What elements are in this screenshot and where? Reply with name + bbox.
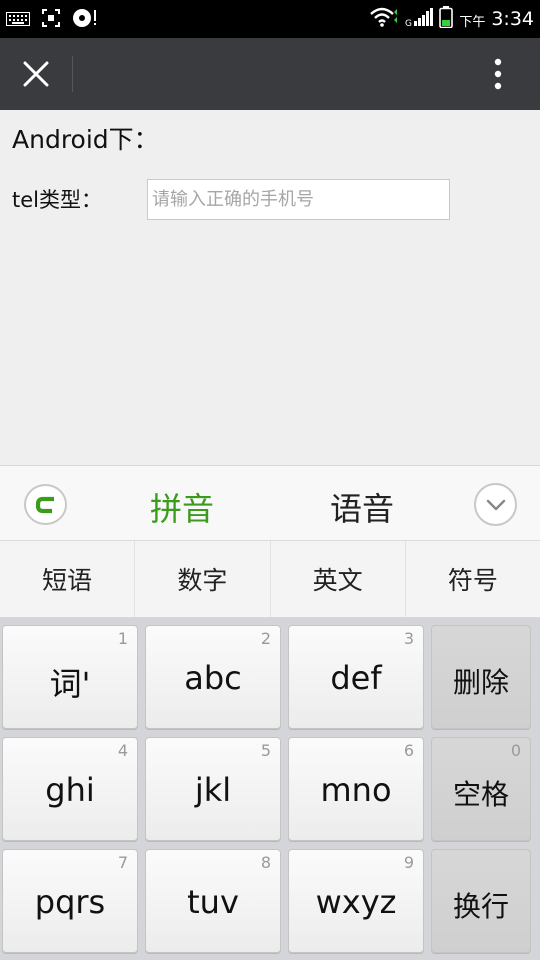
- key-digit: 0: [510, 741, 521, 760]
- more-vertical-icon: [494, 58, 502, 90]
- page-heading: Android下：: [12, 125, 159, 154]
- svg-text:G: G: [405, 19, 412, 27]
- voice-mode-tab[interactable]: 语音: [330, 484, 394, 530]
- key-label: 换行: [452, 890, 509, 923]
- key-label: abc: [184, 659, 242, 697]
- tel-field-label: tel类型：: [12, 188, 102, 212]
- title-bar: [0, 38, 540, 110]
- key-digit: 2: [260, 629, 271, 648]
- signal-icon: G: [405, 7, 434, 31]
- wifi-icon: [369, 6, 399, 32]
- key-label: 删除: [452, 666, 509, 699]
- keyboard-logo-button[interactable]: [24, 484, 67, 525]
- status-bar: G 下午 3:34: [0, 0, 540, 38]
- key-6[interactable]: 6 mno: [288, 737, 424, 841]
- keyboard-mode-tabs: 短语 数字 英文 符号: [0, 541, 540, 618]
- key-label: jkl: [194, 771, 232, 809]
- key-3[interactable]: 3 def: [288, 625, 424, 729]
- title-bar-divider: [72, 56, 73, 92]
- keyboard-keys: 1 词' 2 abc 3 def 删除 4 ghi 5 jkl 6 mno 0 …: [0, 618, 540, 960]
- key-5[interactable]: 5 jkl: [145, 737, 281, 841]
- logo-c-icon: [35, 496, 54, 513]
- tab-phrases[interactable]: 短语: [0, 541, 136, 617]
- key-label: tuv: [187, 883, 239, 921]
- key-1[interactable]: 1 词': [2, 625, 138, 729]
- key-digit: 8: [260, 853, 271, 872]
- key-label: 词': [49, 665, 91, 703]
- pinyin-mode-tab[interactable]: 拼音: [150, 484, 214, 530]
- tab-symbols[interactable]: 符号: [406, 541, 540, 617]
- key-label: ghi: [45, 771, 95, 809]
- key-digit: 1: [117, 629, 128, 648]
- collapse-keyboard-button[interactable]: [474, 483, 517, 526]
- keyboard-icon: [6, 11, 30, 30]
- key-4[interactable]: 4 ghi: [2, 737, 138, 841]
- close-icon: [23, 61, 49, 87]
- key-label: def: [330, 659, 382, 697]
- status-ampm: 下午: [459, 15, 486, 30]
- battery-icon: [439, 6, 454, 32]
- enter-key[interactable]: 换行: [431, 849, 531, 953]
- key-digit: 3: [403, 629, 414, 648]
- key-7[interactable]: 7 pqrs: [2, 849, 138, 953]
- key-digit: 5: [260, 741, 271, 760]
- delete-key[interactable]: 删除: [431, 625, 531, 729]
- key-digit: 9: [403, 853, 414, 872]
- space-key[interactable]: 0 空格: [431, 737, 531, 841]
- key-9[interactable]: 9 wxyz: [288, 849, 424, 953]
- key-label: 空格: [452, 778, 509, 811]
- key-2[interactable]: 2 abc: [145, 625, 281, 729]
- tel-input[interactable]: [147, 179, 450, 220]
- key-label: wxyz: [315, 883, 397, 921]
- screenshot-icon: [42, 9, 60, 31]
- key-label: pqrs: [34, 883, 106, 921]
- key-digit: 6: [403, 741, 414, 760]
- status-right-icons: G 下午 3:34: [369, 6, 534, 32]
- key-digit: 4: [117, 741, 128, 760]
- key-label: mno: [320, 771, 392, 809]
- tab-english[interactable]: 英文: [271, 541, 406, 617]
- chevron-down-icon: [486, 499, 505, 510]
- page-content: Android下： tel类型：: [0, 110, 540, 465]
- more-options-button[interactable]: [476, 52, 520, 96]
- disc-icon: [72, 8, 98, 32]
- tab-numbers[interactable]: 数字: [135, 541, 271, 617]
- key-digit: 7: [117, 853, 128, 872]
- close-button[interactable]: [14, 52, 58, 96]
- key-8[interactable]: 8 tuv: [145, 849, 281, 953]
- status-time: 3:34: [491, 8, 534, 30]
- keyboard-top-bar: 拼音 语音: [0, 465, 540, 541]
- status-left-icons: [6, 8, 98, 32]
